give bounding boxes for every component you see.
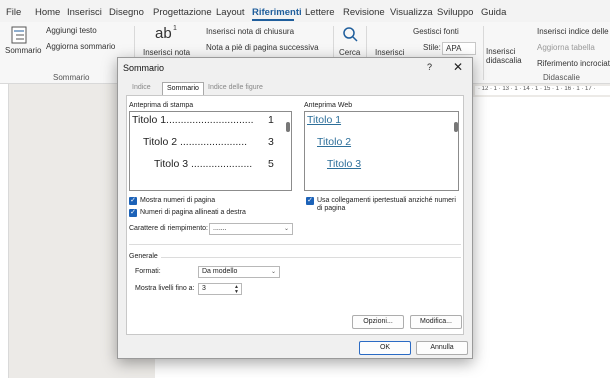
print-preview-line-3: Titolo 3 ..................... [154,158,253,170]
web-preview-label: Anteprima Web [304,102,353,109]
print-preview-line-2: Titolo 2 ....................... [143,136,248,148]
cerca-button[interactable]: Cerca [339,48,360,57]
dialog-title: Sommario [123,63,165,73]
menu-inserisci[interactable]: Inserisci [67,7,102,18]
sommario-panel: Anteprima di stampa Titolo 1............… [126,95,464,335]
fill-char-label: Carattere di riempimento: [129,225,208,232]
align-page-numbers-checkbox[interactable]: ✓ [129,209,137,217]
fill-char-select[interactable]: ....... ⌄ [209,223,293,235]
aggiorna-sommario-button[interactable]: Aggiorna sommario [46,42,115,51]
search-icon[interactable] [342,26,358,42]
inserisci-nota-button[interactable]: Inserisci nota [143,48,190,57]
web-preview-link-3[interactable]: Titolo 3 [327,158,361,170]
tab-sommario[interactable]: Sommario [162,82,204,96]
fill-char-value: ....... [213,225,227,232]
formats-label: Formati: [135,268,161,275]
formats-select[interactable]: Da modello ⌄ [198,266,280,278]
menu-visualizza[interactable]: Visualizza [390,7,433,18]
web-preview-link-1[interactable]: Titolo 1 [307,114,341,126]
divider [161,257,461,258]
ok-button[interactable]: OK [359,341,411,355]
levels-label: Mostra livelli fino a: [135,285,195,292]
group-label-sommario: Sommario [53,73,90,82]
aggiungi-testo-button[interactable]: Aggiungi testo [46,26,97,35]
sommario-button[interactable]: Sommario [5,46,41,55]
divider [129,244,461,245]
print-preview-label: Anteprima di stampa [129,102,194,109]
menu-guida[interactable]: Guida [481,7,506,18]
menu-file[interactable]: File [6,7,21,18]
menu-progettazione[interactable]: Progettazione [153,7,212,18]
gestisci-fonti-button[interactable]: Gestisci fonti [413,27,459,36]
stile-select[interactable]: APA [442,42,476,55]
menu-riferimenti[interactable]: Riferimenti [252,7,302,18]
web-preview-box: Titolo 1 Titolo 2 Titolo 3 [304,111,459,191]
inserisci-didascalia-button[interactable]: Inserisci didascalia [486,47,526,65]
inserisci-citazione-button[interactable]: Inserisci [375,48,404,57]
levels-value: 3 [202,285,206,292]
formats-value: Da modello [202,268,238,275]
nota-successiva-button[interactable]: Nota a piè di pagina successiva [206,43,319,52]
stile-label: Stile: [423,43,441,52]
spinner-down-icon[interactable]: ▼ [234,289,239,295]
ribbon-separator [483,26,484,80]
nota-chiusura-button[interactable]: Inserisci nota di chiusura [206,27,294,36]
menu-revisione[interactable]: Revisione [343,7,385,18]
menu-home[interactable]: Home [35,7,60,18]
general-label: Generale [129,253,158,260]
menu-lettere[interactable]: Lettere [305,7,335,18]
modify-button[interactable]: Modifica... [410,315,462,329]
align-page-numbers-label: Numeri di pagina allineati a destra [140,209,246,216]
riferimento-incrociato-button[interactable]: Riferimento incrociato [537,59,610,68]
print-preview-page-1: 1 [268,114,274,126]
chevron-down-icon: ⌄ [283,226,289,232]
tab-indice[interactable]: Indice [128,82,155,95]
ab-footnote-superscript: 1 [173,25,177,32]
print-preview-scrollbar[interactable] [286,122,290,132]
hyperlinks-label: Usa collegamenti ipertestuali anziché nu… [317,197,456,212]
show-page-numbers-checkbox[interactable]: ✓ [129,197,137,205]
web-preview-scrollbar[interactable] [454,122,458,132]
tab-indice-figure[interactable]: Indice delle figure [204,82,267,95]
menu-disegno[interactable]: Disegno [109,7,144,18]
show-page-numbers-label: Mostra numeri di pagina [140,197,216,204]
sommario-dialog: Sommario ? ✕ Indice Sommario Indice dell… [117,57,473,359]
print-preview-page-3: 5 [268,158,274,170]
inserisci-indice-figure-button[interactable]: Inserisci indice delle fi [537,27,610,36]
active-tab-indicator [252,19,294,21]
aggiorna-tabella-button: Aggiorna tabella [537,43,595,52]
horizontal-ruler: · 12 · 1 · 13 · 1 · 14 · 1 · 15 · 1 · 16… [475,86,610,95]
cancel-button[interactable]: Annulla [416,341,468,355]
web-preview-link-2[interactable]: Titolo 2 [317,136,351,148]
sommario-icon[interactable] [10,26,28,44]
print-preview-line-1: Titolo 1.............................. [132,114,254,126]
menu-bar: File Home Inserisci Disegno Progettazion… [0,0,610,22]
ab-footnote-icon[interactable]: ab [155,25,172,42]
print-preview-page-2: 3 [268,136,274,148]
print-preview-box: Titolo 1.............................. 1… [129,111,292,191]
vertical-ruler [0,84,9,378]
chevron-down-icon: ⌄ [270,269,276,275]
menu-layout[interactable]: Layout [216,7,245,18]
menu-sviluppo[interactable]: Sviluppo [437,7,473,18]
levels-spinner[interactable]: 3 ▲ ▼ [198,283,242,295]
close-icon[interactable]: ✕ [453,60,463,74]
hyperlinks-checkbox[interactable]: ✓ [306,197,314,205]
options-button[interactable]: Opzioni... [352,315,404,329]
group-label-didascalie: Didascalie [543,73,580,82]
help-button[interactable]: ? [427,62,432,72]
